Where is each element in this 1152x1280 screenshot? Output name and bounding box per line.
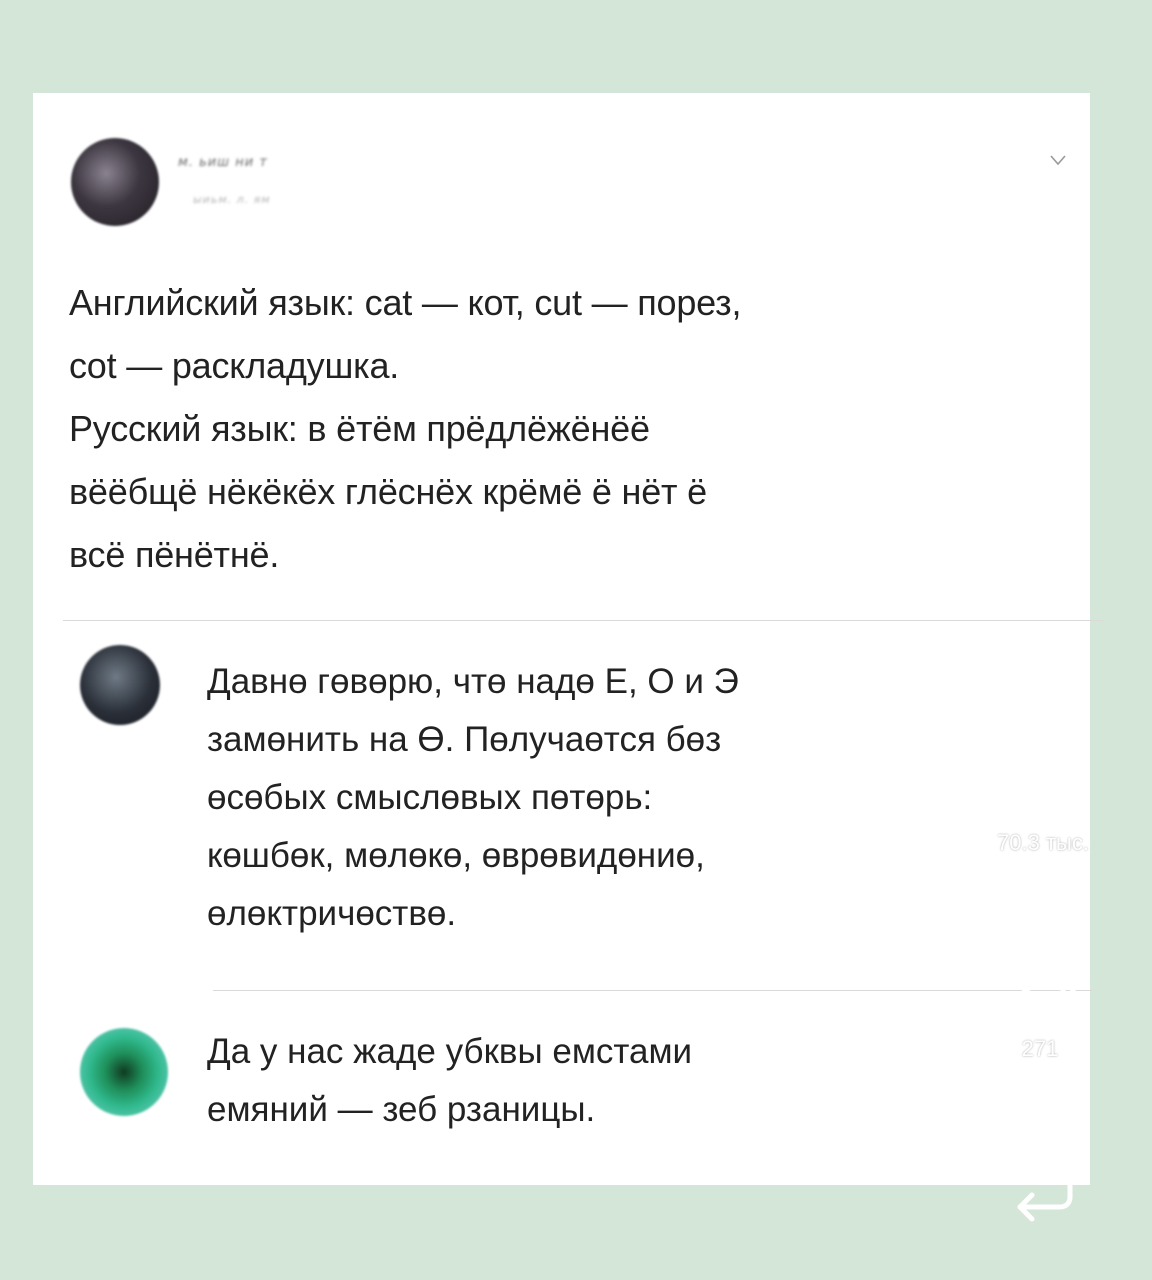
post-text: Английский язык: cat — кот, cut — порез,… bbox=[69, 282, 742, 575]
reply-text: Да у нас жаде убквы емстами емяний — зеб… bbox=[207, 1032, 693, 1129]
divider bbox=[213, 990, 1093, 991]
reply-avatar[interactable] bbox=[80, 645, 160, 725]
reply-avatar[interactable] bbox=[80, 1028, 168, 1116]
author-name[interactable]: м. ьиш ни т bbox=[178, 155, 268, 170]
likes-count: 70.3 тыс. bbox=[997, 830, 1089, 855]
reply-text: Давнө гөвөрю, чтө надө Е, О и Э замөнить… bbox=[207, 662, 739, 933]
divider bbox=[63, 620, 1103, 621]
author-handle: ыиьм. л. ям bbox=[193, 193, 271, 206]
heart-icon[interactable] bbox=[1002, 728, 1082, 798]
chevron-down-icon[interactable] bbox=[1049, 153, 1067, 167]
repost-arrows-icon[interactable] bbox=[1000, 1135, 1086, 1227]
comment-bubble-icon[interactable] bbox=[1008, 935, 1084, 1007]
author-avatar[interactable] bbox=[71, 138, 159, 226]
comments-count: 271 bbox=[1021, 1036, 1059, 1061]
tweet-card: м. ьиш ни т ыиьм. л. ям Английский язык:… bbox=[33, 93, 1103, 1185]
